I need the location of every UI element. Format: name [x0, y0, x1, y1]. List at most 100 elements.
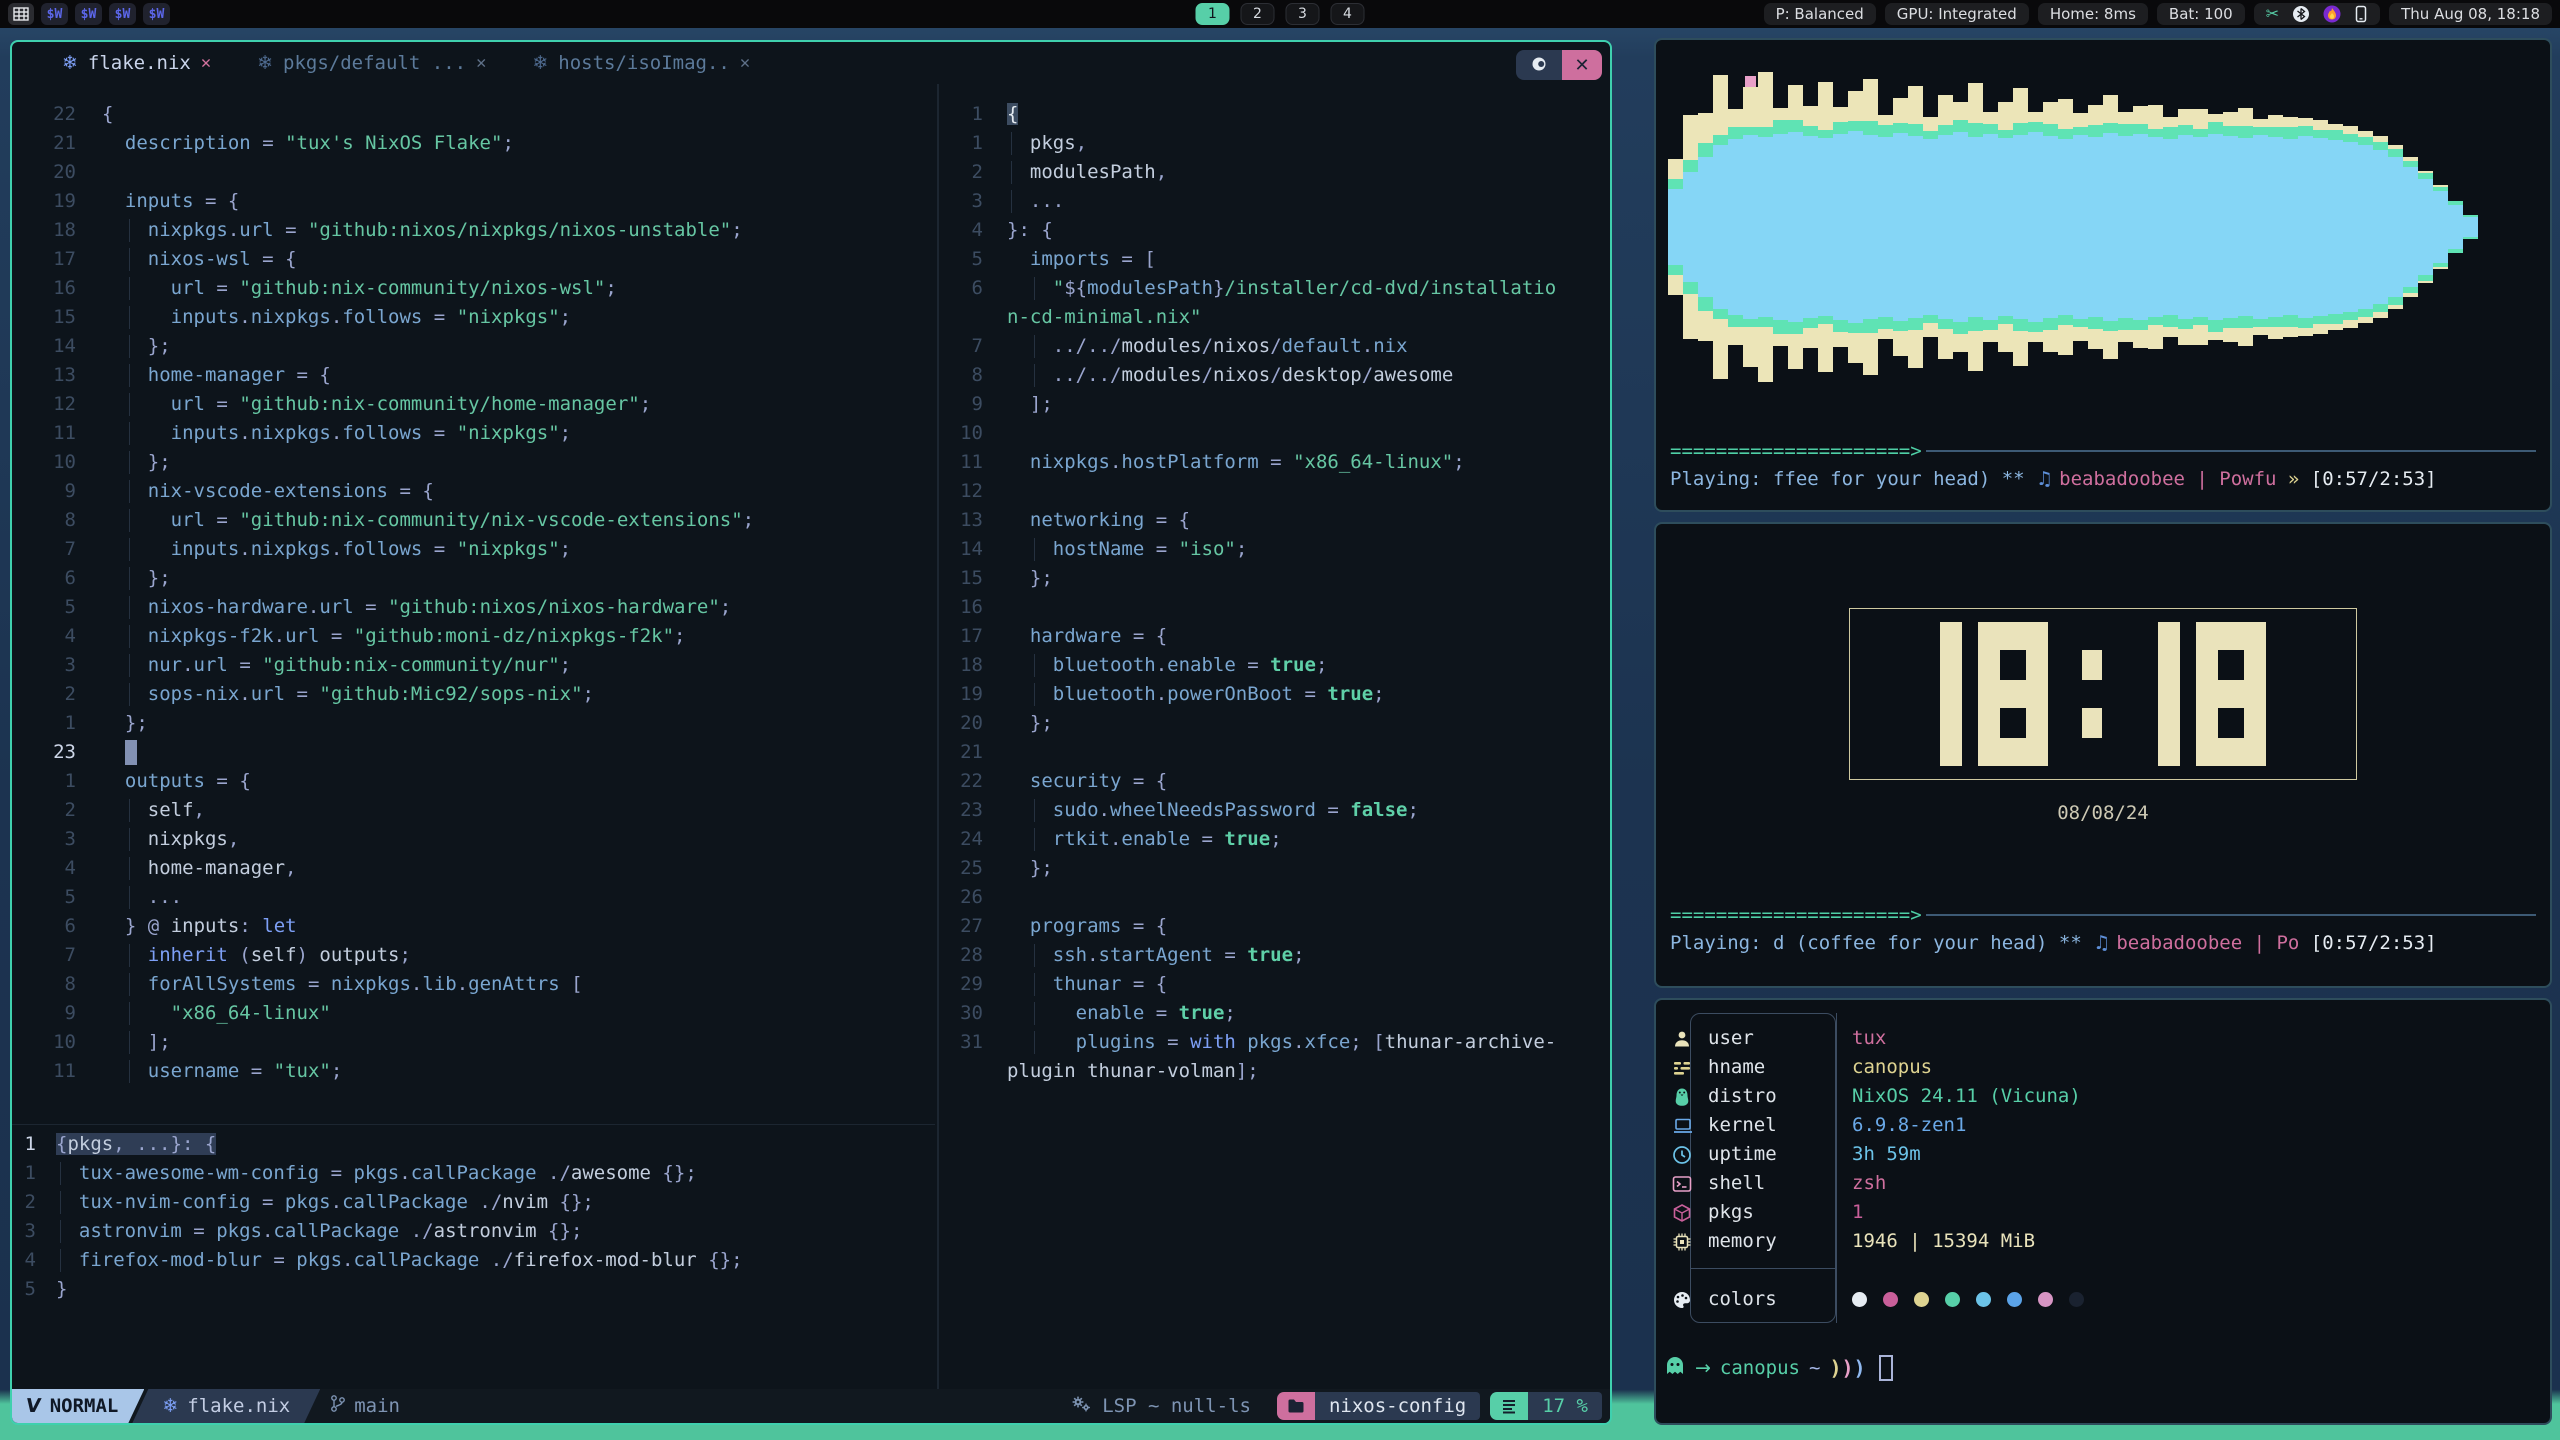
code-line[interactable]: 4 firefox-mod-blur = pkgs.callPackage ./… — [12, 1246, 935, 1275]
code-line[interactable]: 6 } @ inputs: let — [12, 912, 935, 941]
status-pill[interactable]: Bat: 100 — [2157, 3, 2245, 25]
code-line[interactable]: 8 url = "github:nix-community/nix-vscode… — [12, 506, 935, 535]
workspace-tag[interactable]: $W — [75, 3, 102, 25]
code-line[interactable]: plugin thunar-volman]; — [939, 1057, 1610, 1086]
code-line[interactable]: 25 }; — [939, 854, 1610, 883]
code-line[interactable]: 15 inputs.nixpkgs.follows = "nixpkgs"; — [12, 303, 935, 332]
workspace-tag[interactable]: $W — [41, 3, 68, 25]
pane-iso-image[interactable]: 1{1 pkgs,2 modulesPath,3 ...4}: {5 impor… — [937, 84, 1610, 1389]
code-line[interactable]: 10 }; — [12, 448, 935, 477]
code-line[interactable]: 2 modulesPath, — [939, 158, 1610, 187]
tab-close-icon[interactable]: ✕ — [476, 53, 486, 73]
close-button[interactable]: ✕ — [1562, 50, 1602, 80]
code-line[interactable]: 5 nixos-hardware.url = "github:nixos/nix… — [12, 593, 935, 622]
branch-segment[interactable]: main — [330, 1394, 400, 1418]
code-line[interactable]: 21 description = "tux's NixOS Flake"; — [12, 129, 935, 158]
code-line[interactable]: 27 programs = { — [939, 912, 1610, 941]
code-line[interactable]: 14 hostName = "iso"; — [939, 535, 1610, 564]
code-line[interactable]: 17 nixos-wsl = { — [12, 245, 935, 274]
code-line[interactable]: 7 inherit (self) outputs; — [12, 941, 935, 970]
status-pill[interactable]: Home: 8ms — [2038, 3, 2148, 25]
code-line[interactable]: 17 hardware = { — [939, 622, 1610, 651]
code-line[interactable]: 3 nixpkgs, — [12, 825, 935, 854]
code-line[interactable]: 5 imports = [ — [939, 245, 1610, 274]
code-line[interactable]: 12 — [939, 477, 1610, 506]
code-line[interactable]: 3 nur.url = "github:nix-community/nur"; — [12, 651, 935, 680]
code-line[interactable]: 4 home-manager, — [12, 854, 935, 883]
code-line[interactable]: 7 inputs.nixpkgs.follows = "nixpkgs"; — [12, 535, 935, 564]
terminal-window[interactable]: usertuxhnamecanopusdistroNixOS 24.11 (Vi… — [1654, 998, 2552, 1425]
code-line[interactable]: 12 url = "github:nix-community/home-mana… — [12, 390, 935, 419]
code-line[interactable]: 1 tux-awesome-wm-config = pkgs.callPacka… — [12, 1159, 935, 1188]
code-line[interactable]: 1 outputs = { — [12, 767, 935, 796]
code-line[interactable]: 16 — [939, 593, 1610, 622]
code-line[interactable]: 13 networking = { — [939, 506, 1610, 535]
code-line[interactable]: 24 rtkit.enable = true; — [939, 825, 1610, 854]
code-line[interactable]: 20 — [12, 158, 935, 187]
status-pill[interactable]: P: Balanced — [1764, 3, 1876, 25]
file-segment[interactable]: ❄ flake.nix — [132, 1389, 320, 1423]
code-line[interactable]: 2 sops-nix.url = "github:Mic92/sops-nix"… — [12, 680, 935, 709]
code-line[interactable]: 1 pkgs, — [939, 129, 1610, 158]
code-line[interactable]: 4 nixpkgs-f2k.url = "github:moni-dz/nixp… — [12, 622, 935, 651]
code-line[interactable]: 31 plugins = with pkgs.xfce; [thunar-arc… — [939, 1028, 1610, 1057]
tab-pkgs-default-[interactable]: ❄pkgs/default ...✕ — [237, 42, 506, 84]
workspace-tag[interactable]: $W — [109, 3, 136, 25]
code-line[interactable]: 30 enable = true; — [939, 999, 1610, 1028]
code-line[interactable]: 10 — [939, 419, 1610, 448]
code-line[interactable]: 7 ../../modules/nixos/default.nix — [939, 332, 1610, 361]
code-line[interactable]: 15 }; — [939, 564, 1610, 593]
code-line[interactable]: 3 ... — [939, 187, 1610, 216]
tab-close-icon[interactable]: ✕ — [740, 53, 750, 73]
code-line[interactable]: 4}: { — [939, 216, 1610, 245]
tab-flake-nix[interactable]: ❄flake.nix✕ — [42, 42, 231, 84]
code-line[interactable]: 11 inputs.nixpkgs.follows = "nixpkgs"; — [12, 419, 935, 448]
horizontal-split[interactable] — [12, 1124, 935, 1125]
code-line[interactable]: 10 ]; — [12, 1028, 935, 1057]
workspace-button-4[interactable]: 4 — [1331, 3, 1365, 25]
toggle-button[interactable] — [1516, 50, 1562, 80]
code-line[interactable]: 18 nixpkgs.url = "github:nixos/nixpkgs/n… — [12, 216, 935, 245]
workspace-button-1[interactable]: 1 — [1196, 3, 1230, 25]
workspace-button-3[interactable]: 3 — [1286, 3, 1320, 25]
code-line[interactable]: 29 thunar = { — [939, 970, 1610, 999]
code-line[interactable]: 11 username = "tux"; — [12, 1057, 935, 1086]
project-badge[interactable]: nixos-config — [1277, 1392, 1480, 1420]
tab-close-icon[interactable]: ✕ — [201, 53, 211, 73]
code-line[interactable]: 1{ — [939, 100, 1610, 129]
workspace-tag[interactable]: $W — [143, 3, 170, 25]
workspace-button-2[interactable]: 2 — [1241, 3, 1275, 25]
code-line[interactable]: 26 — [939, 883, 1610, 912]
code-line[interactable]: 5} — [12, 1275, 935, 1304]
code-line[interactable]: 3 astronvim = pkgs.callPackage ./astronv… — [12, 1217, 935, 1246]
code-line[interactable]: n-cd-minimal.nix" — [939, 303, 1610, 332]
code-line[interactable]: 9 nix-vscode-extensions = { — [12, 477, 935, 506]
code-line[interactable]: 1{pkgs, ...}: { — [12, 1130, 935, 1159]
tab-hosts-isoImag-[interactable]: ❄hosts/isoImag..✕ — [512, 42, 770, 84]
status-pill[interactable]: GPU: Integrated — [1885, 3, 2029, 25]
code-line[interactable]: 2 tux-nvim-config = pkgs.callPackage ./n… — [12, 1188, 935, 1217]
code-line[interactable]: 23 sudo.wheelNeedsPassword = false; — [939, 796, 1610, 825]
flame-icon[interactable] — [2323, 5, 2341, 23]
code-line[interactable]: 21 — [939, 738, 1610, 767]
code-line[interactable]: 28 ssh.startAgent = true; — [939, 941, 1610, 970]
code-line[interactable]: 6 }; — [12, 564, 935, 593]
code-line[interactable]: 9 "x86_64-linux" — [12, 999, 935, 1028]
code-line[interactable]: 1 }; — [12, 709, 935, 738]
scroll-badge[interactable]: 17 % — [1490, 1392, 1602, 1420]
code-line[interactable]: 23 — [12, 738, 935, 767]
code-line[interactable]: 13 home-manager = { — [12, 361, 935, 390]
code-line[interactable]: 18 bluetooth.enable = true; — [939, 651, 1610, 680]
code-line[interactable]: 11 nixpkgs.hostPlatform = "x86_64-linux"… — [939, 448, 1610, 477]
shell-prompt[interactable]: → canopus ~ ))) — [1664, 1352, 1893, 1384]
code-line[interactable]: 8 forAllSystems = nixpkgs.lib.genAttrs [ — [12, 970, 935, 999]
code-line[interactable]: 22 security = { — [939, 767, 1610, 796]
clock-pill[interactable]: Thu Aug 08, 18:18 — [2389, 3, 2552, 25]
pane-flake-nix[interactable]: 22{21 description = "tux's NixOS Flake";… — [12, 84, 935, 1389]
code-line[interactable]: 14 }; — [12, 332, 935, 361]
code-line[interactable]: 16 url = "github:nix-community/nixos-wsl… — [12, 274, 935, 303]
code-line[interactable]: 20 }; — [939, 709, 1610, 738]
phone-icon[interactable] — [2354, 5, 2368, 23]
code-line[interactable]: 9 ]; — [939, 390, 1610, 419]
code-line[interactable]: 19 bluetooth.powerOnBoot = true; — [939, 680, 1610, 709]
